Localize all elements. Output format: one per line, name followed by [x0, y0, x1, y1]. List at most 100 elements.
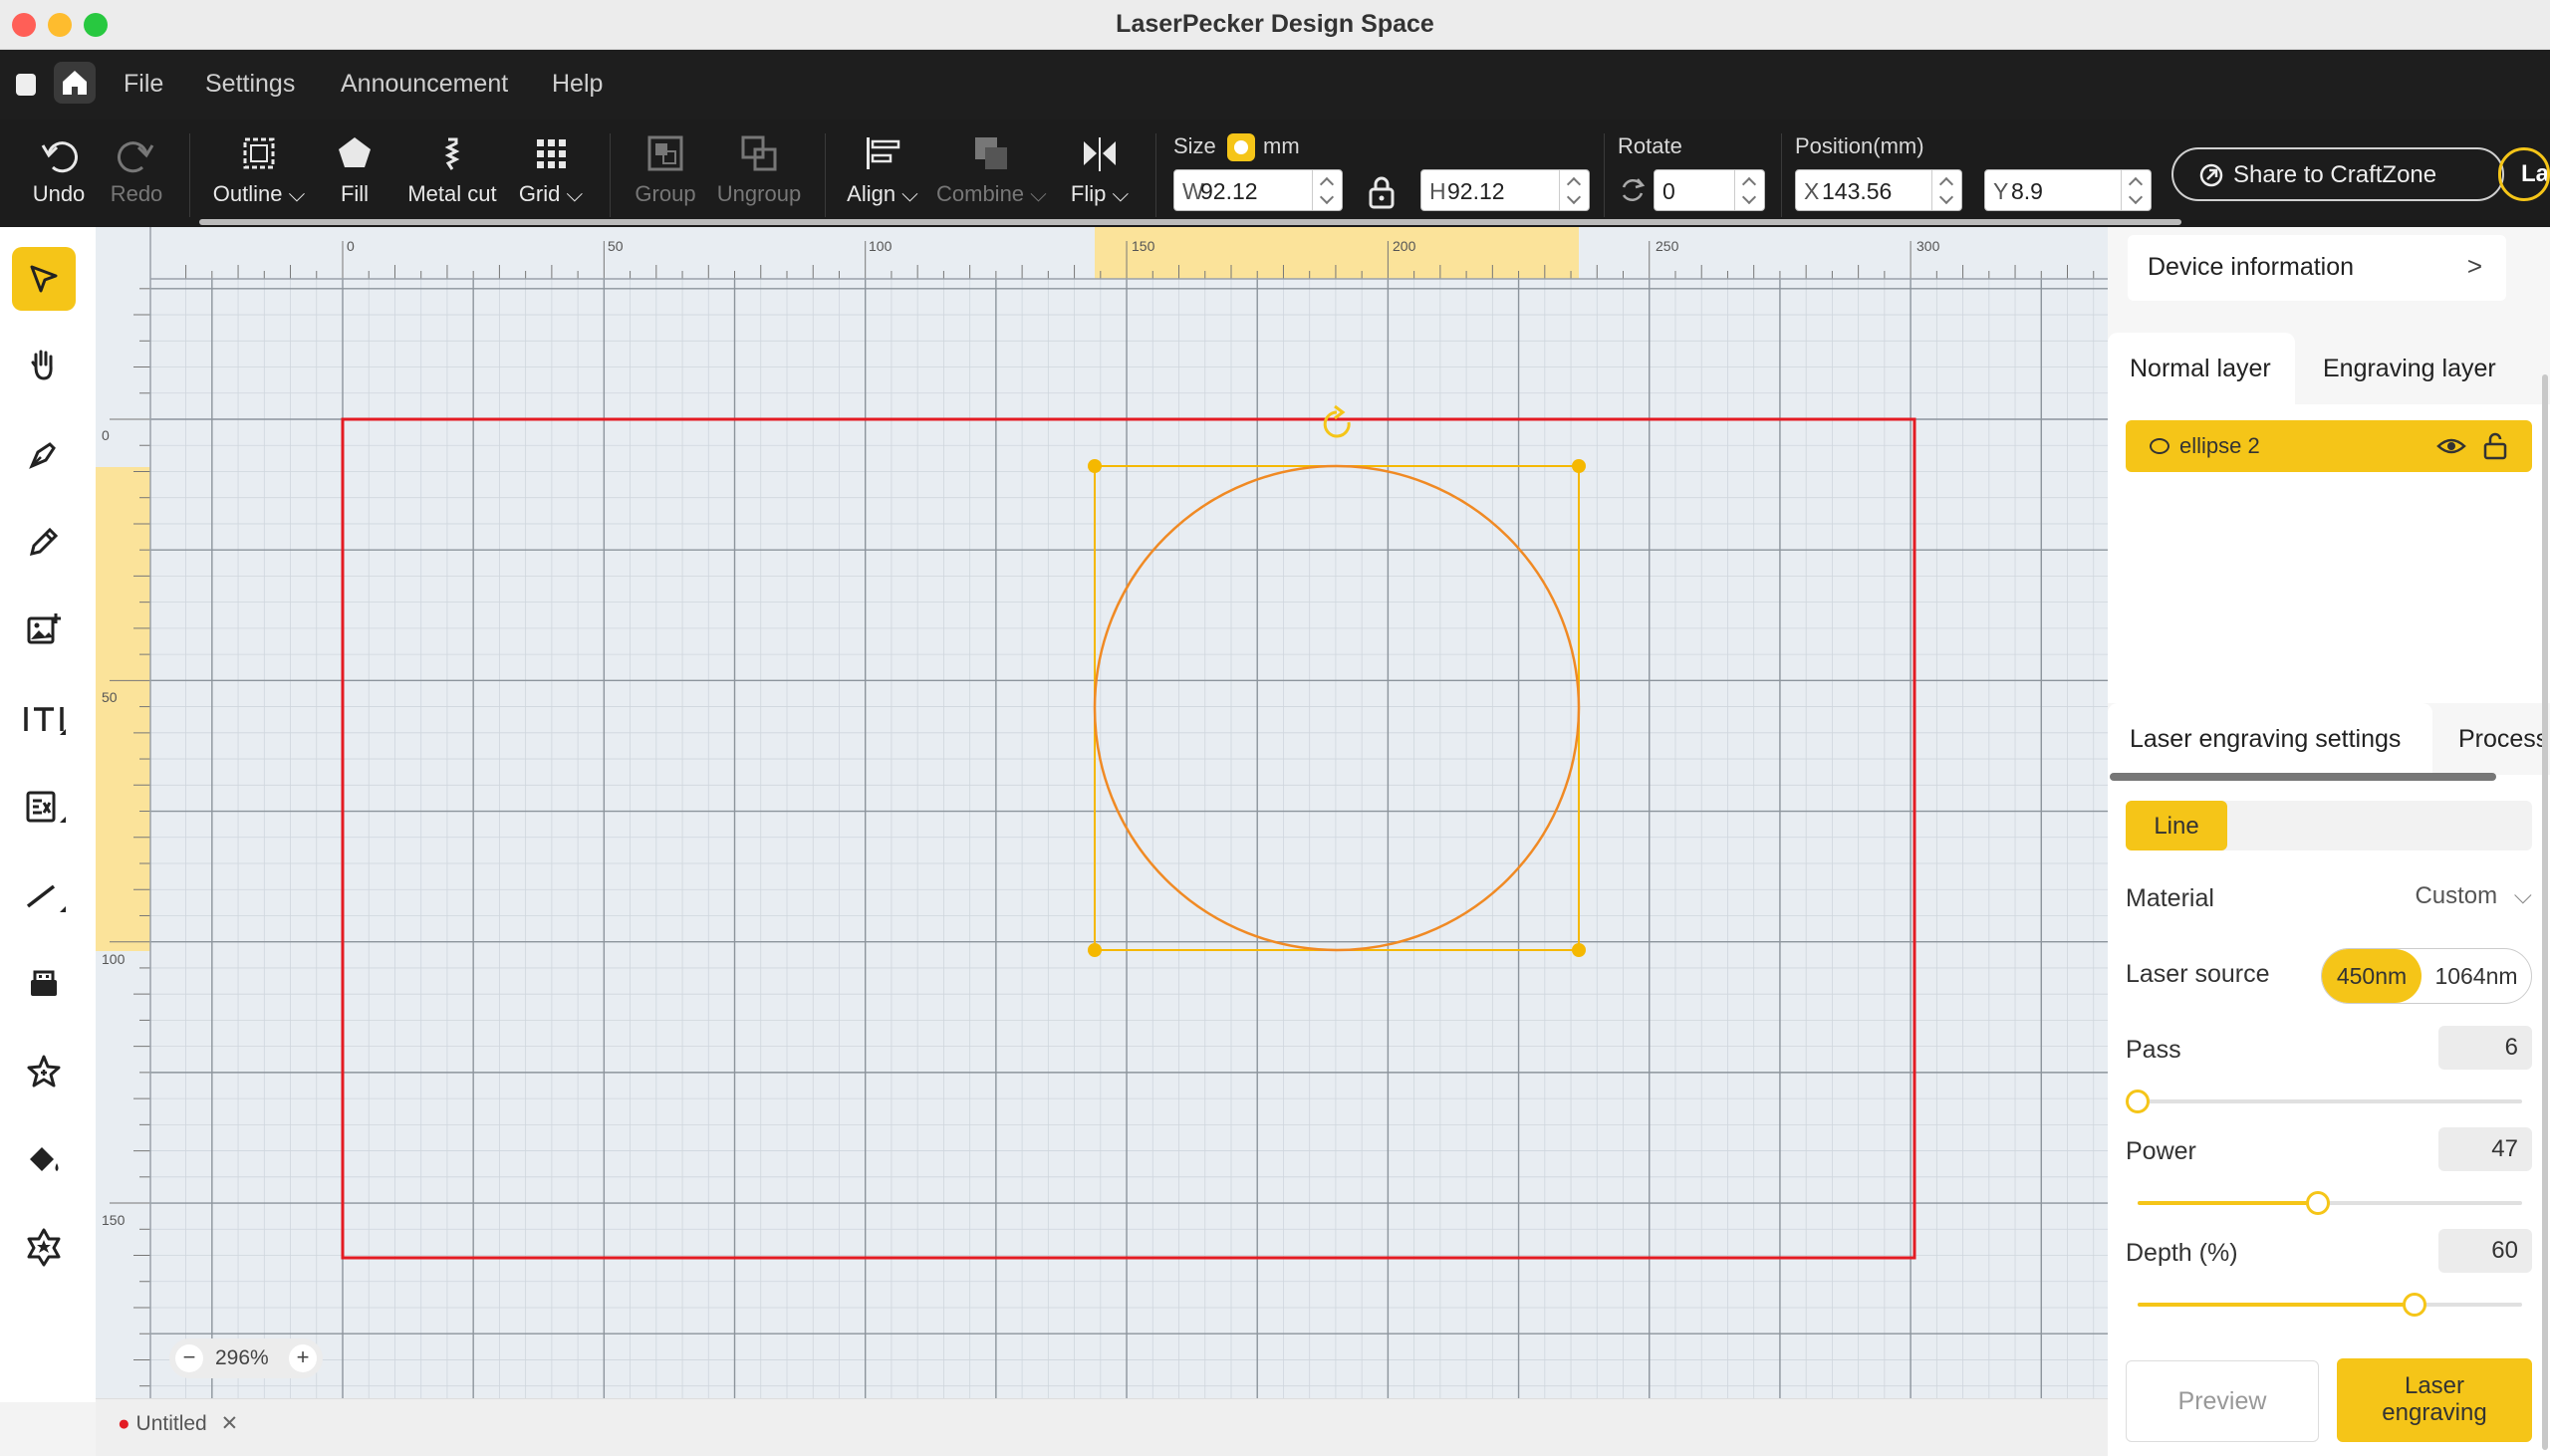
redo-button[interactable]: Redo: [104, 131, 169, 221]
variable-text-tool[interactable]: [12, 775, 76, 839]
width-stepper[interactable]: [1312, 170, 1342, 210]
document-tab[interactable]: ● Untitled ✕: [118, 1411, 238, 1445]
zoom-out-button[interactable]: −: [175, 1344, 203, 1372]
tab-normal-layer[interactable]: Normal layer: [2108, 333, 2295, 404]
group-label: Group: [635, 181, 696, 206]
menu-announcement[interactable]: Announcement: [341, 70, 508, 99]
layer-item-name: ellipse 2: [2179, 433, 2260, 458]
menu-bar: File Settings Announcement Help: [0, 50, 2550, 120]
laser-engraving-button[interactable]: Laser engraving: [2337, 1358, 2532, 1442]
height-input[interactable]: H 92.12: [1420, 169, 1590, 211]
depth-slider[interactable]: [2138, 1293, 2522, 1317]
zoom-in-button[interactable]: +: [289, 1344, 317, 1372]
width-input[interactable]: W 92.12: [1173, 169, 1343, 211]
resize-handle-top-left[interactable]: [1088, 459, 1102, 473]
toolbar-scrollbar[interactable]: [199, 219, 2181, 225]
pencil-icon: [29, 527, 59, 557]
depth-slider-knob[interactable]: [2402, 1293, 2426, 1317]
select-tool[interactable]: [12, 247, 76, 311]
canvas-svg[interactable]: 0 50 100 150 200 250 300 0 50 100 150: [96, 227, 2108, 1398]
pencil-tool[interactable]: [12, 510, 76, 574]
left-toolbar: [0, 227, 96, 1402]
tab-laser-engraving-settings[interactable]: Laser engraving settings: [2108, 703, 2432, 775]
share-to-craftzone-button[interactable]: Share to CraftZone: [2171, 147, 2504, 201]
text-tool[interactable]: [12, 687, 76, 751]
share-label: Share to CraftZone: [2233, 161, 2437, 188]
grid-button[interactable]: Grid ⌵: [518, 131, 584, 221]
undo-button[interactable]: Undo: [26, 131, 92, 221]
rotate-stepper[interactable]: [1734, 170, 1764, 210]
pan-tool[interactable]: [12, 333, 76, 396]
laser-button[interactable]: La: [2498, 147, 2550, 201]
material-tool[interactable]: [12, 952, 76, 1016]
fill-bucket-tool[interactable]: [12, 1127, 76, 1191]
group-button[interactable]: Group: [632, 131, 699, 221]
mode-segment: Line: [2126, 801, 2532, 850]
menu-file[interactable]: File: [124, 70, 163, 99]
home-button[interactable]: [54, 62, 96, 104]
shapes-tool[interactable]: [12, 1215, 76, 1279]
design-canvas[interactable]: 0 50 100 150 200 250 300 0 50 100 150 − …: [96, 227, 2108, 1398]
position-label: Position(mm): [1795, 133, 1924, 158]
power-slider[interactable]: [2138, 1191, 2522, 1215]
height-stepper[interactable]: [1559, 170, 1589, 210]
position-x-stepper[interactable]: [1931, 170, 1961, 210]
menu-settings[interactable]: Settings: [205, 70, 295, 99]
settings-tab-scrollbar[interactable]: [2110, 773, 2496, 781]
text-icon: [24, 707, 66, 735]
ellipse-shape[interactable]: [1093, 464, 1581, 952]
align-button[interactable]: Align ⌵: [845, 131, 920, 221]
layer-item[interactable]: ellipse 2: [2126, 420, 2532, 472]
position-y-stepper[interactable]: [2121, 170, 2151, 210]
selection-box[interactable]: [1094, 465, 1580, 951]
outline-button[interactable]: Outline ⌵: [211, 131, 307, 221]
metal-cut-button[interactable]: Metal cut: [402, 131, 502, 221]
redo-label: Redo: [110, 181, 163, 206]
power-input[interactable]: 47: [2438, 1127, 2532, 1171]
position-x-input[interactable]: X 143.56: [1795, 169, 1962, 211]
home-icon: [63, 71, 87, 95]
ruler-y-label-0: 0: [102, 427, 110, 443]
tab-engraving-layer-label: Engraving layer: [2323, 355, 2496, 382]
aspect-lock-button[interactable]: [1367, 175, 1397, 209]
right-panel-scrollbar[interactable]: [2542, 374, 2548, 1450]
unsaved-dot-icon: ●: [118, 1412, 130, 1435]
pass-input[interactable]: 6: [2438, 1026, 2532, 1070]
align-left-icon: [867, 137, 900, 169]
device-information-button[interactable]: Device information >: [2128, 235, 2506, 301]
combine-button[interactable]: Combine ⌵: [936, 131, 1047, 221]
laser-source-1064nm[interactable]: 1064nm: [2422, 949, 2531, 1003]
eye-icon[interactable]: [2436, 435, 2466, 457]
material-select[interactable]: Custom ⌵: [2415, 882, 2532, 910]
ungroup-button[interactable]: Ungroup: [713, 131, 805, 221]
toolbar-divider: [1604, 133, 1605, 217]
unlock-icon[interactable]: [2482, 432, 2508, 460]
image-tool[interactable]: [12, 598, 76, 661]
resize-handle-bottom-right[interactable]: [1572, 943, 1586, 957]
power-slider-knob[interactable]: [2306, 1191, 2331, 1215]
line-icon: [26, 884, 66, 912]
height-value: 92.12: [1447, 178, 1505, 204]
position-y-input[interactable]: Y 8.9: [1984, 169, 2152, 211]
document-tab-name: Untitled: [135, 1412, 207, 1435]
preview-button[interactable]: Preview: [2126, 1360, 2319, 1442]
unit-toggle[interactable]: [1227, 133, 1255, 161]
rotate-handle-icon[interactable]: [1323, 404, 1351, 438]
depth-input[interactable]: 60: [2438, 1229, 2532, 1273]
flip-button[interactable]: Flip ⌵: [1070, 131, 1130, 221]
tab-process[interactable]: Process: [2446, 703, 2550, 775]
effects-tool[interactable]: [12, 1040, 76, 1103]
pen-tool[interactable]: [12, 422, 76, 486]
tab-engraving-layer[interactable]: Engraving layer: [2307, 333, 2526, 404]
close-tab-icon[interactable]: ✕: [221, 1412, 239, 1435]
resize-handle-bottom-left[interactable]: [1088, 943, 1102, 957]
fill-button[interactable]: Fill: [325, 131, 384, 221]
pass-slider-knob[interactable]: [2126, 1090, 2151, 1113]
pass-slider[interactable]: [2126, 1090, 2522, 1113]
line-tool[interactable]: [12, 864, 76, 928]
mode-line-button[interactable]: Line: [2126, 801, 2227, 850]
menu-help[interactable]: Help: [552, 70, 603, 99]
resize-handle-top-right[interactable]: [1572, 459, 1586, 473]
laser-source-450nm[interactable]: 450nm: [2322, 949, 2422, 1003]
rotate-input[interactable]: 0: [1654, 169, 1765, 211]
